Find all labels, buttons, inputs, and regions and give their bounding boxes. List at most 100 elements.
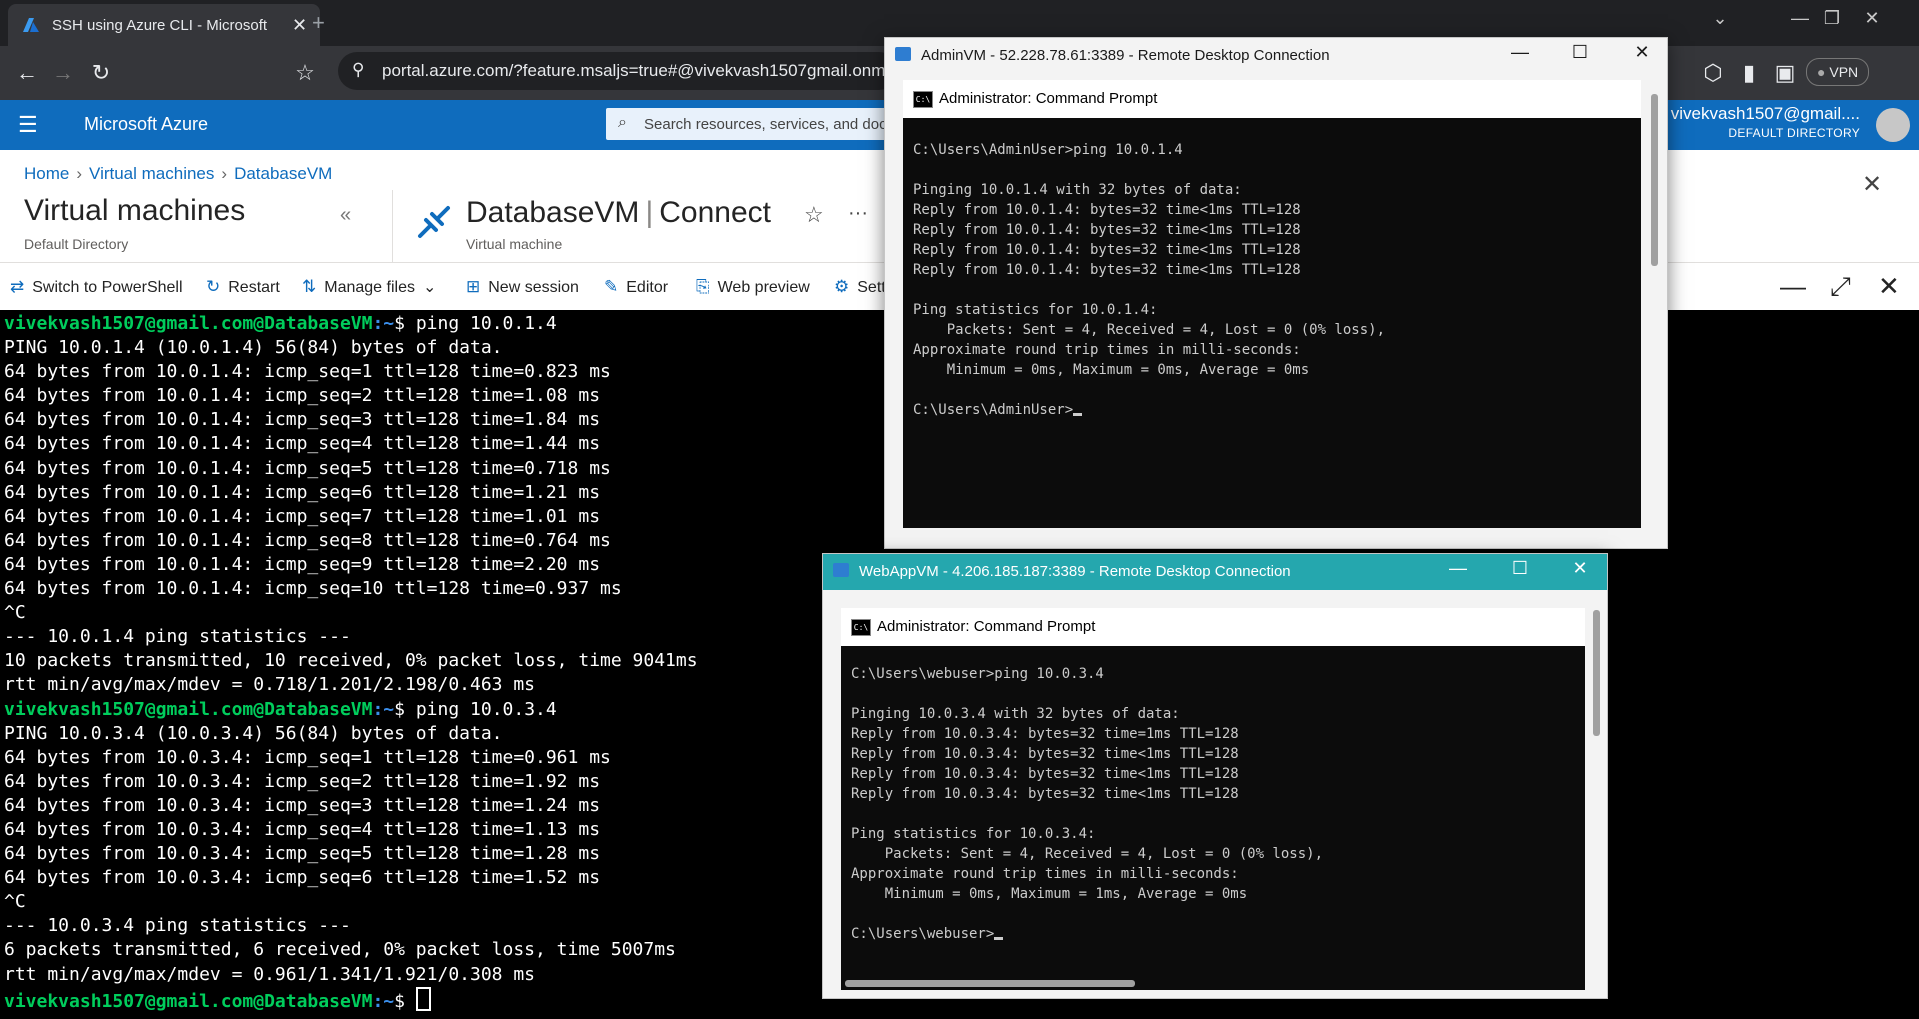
output-line: Reply from 10.0.3.4: bytes=32 time=1ms T… (851, 726, 1239, 742)
more-options-icon[interactable]: ··· (848, 202, 868, 225)
reload-icon[interactable]: ↻ (86, 60, 116, 86)
remote-desktop-surface[interactable]: C:\ Administrator: Command Prompt C:\Use… (903, 80, 1641, 577)
output-line: Approximate round trip times in milli-se… (851, 866, 1239, 882)
output-line: ^C (4, 891, 26, 913)
prompt-user: vivekvash1507@gmail.com@DatabaseVM (4, 698, 373, 720)
rdp-close-button[interactable]: ✕ (1557, 558, 1603, 579)
rdp-close-button[interactable]: ✕ (1619, 42, 1665, 63)
hamburger-menu-icon[interactable]: ☰ (18, 112, 38, 138)
output-line: Ping statistics for 10.0.1.4: (913, 302, 1158, 318)
prompt-user: vivekvash1507@gmail.com@DatabaseVM (4, 313, 373, 334)
azure-brand[interactable]: Microsoft Azure (84, 114, 208, 135)
address-bar[interactable]: ⚲ portal.azure.com/?feature.msaljs=true#… (338, 52, 977, 90)
breadcrumb-virtual-machines[interactable]: Virtual machines (89, 164, 214, 183)
webappvm-rdp-window[interactable]: WebAppVM - 4.206.185.187:3389 - Remote D… (822, 553, 1608, 999)
ping-output-block-1: PING 10.0.1.4 (10.0.1.4) 56(84) bytes of… (4, 337, 698, 695)
editor-button[interactable]: ✎ Editor (604, 277, 668, 297)
account-menu[interactable]: vivekvash1507@gmail.... DEFAULT DIRECTOR… (1660, 104, 1860, 140)
manage-files-label: Manage files (324, 279, 415, 296)
vpn-dot-icon: ● (1817, 64, 1830, 80)
manage-files-button[interactable]: ⇅ Manage files ⌄ (302, 277, 436, 297)
output-line: 64 bytes from 10.0.1.4: icmp_seq=1 ttl=1… (4, 361, 611, 383)
close-shell-icon[interactable]: ✕ (1878, 271, 1900, 302)
browser-tab[interactable]: SSH using Azure CLI - Microsoft ✕ (8, 4, 320, 46)
breadcrumb-databasevm[interactable]: DatabaseVM (234, 164, 332, 183)
restart-button[interactable]: ↻ Restart (206, 277, 280, 297)
switch-to-powershell-button[interactable]: ⇄ Switch to PowerShell (10, 277, 183, 297)
collapse-icon[interactable]: « (340, 204, 351, 227)
vertical-scrollbar[interactable] (1651, 94, 1658, 266)
output-line: C:\Users\AdminUser>ping 10.0.1.4 (913, 142, 1183, 158)
output-line: Reply from 10.0.1.4: bytes=32 time<1ms T… (913, 202, 1301, 218)
rdp-minimize-button[interactable]: — (1435, 558, 1481, 579)
terminal-scrollbar[interactable] (1896, 310, 1919, 1019)
forward-icon[interactable]: → (48, 60, 78, 86)
account-directory: DEFAULT DIRECTORY (1728, 126, 1860, 140)
output-line: C:\Users\webuser>ping 10.0.3.4 (851, 666, 1104, 682)
output-line: --- 10.0.1.4 ping statistics --- (4, 626, 351, 648)
divider (392, 190, 393, 262)
command-prompt-icon: C:\ (913, 91, 933, 108)
horizontal-scrollbar[interactable] (845, 980, 1135, 987)
account-email: vivekvash1507@gmail.... (1670, 104, 1860, 123)
output-line: Reply from 10.0.1.4: bytes=32 time<1ms T… (913, 262, 1301, 278)
favorite-star-icon[interactable]: ☆ (804, 202, 824, 228)
adminvm-rdp-window[interactable]: AdminVM - 52.228.78.61:3389 - Remote Des… (884, 37, 1668, 577)
output-line: Minimum = 0ms, Maximum = 0ms, Average = … (946, 362, 1310, 378)
maximize-shell-icon[interactable]: ⤢ (1830, 271, 1851, 303)
prompt-path: :~ (372, 990, 395, 1012)
tab-close-icon[interactable]: ✕ (292, 15, 307, 36)
cmd-prompt: C:\Users\webuser> (851, 926, 995, 942)
cmd-output: C:\Users\AdminUser>ping 10.0.1.4 Pinging… (913, 140, 1385, 420)
close-blade-icon[interactable]: ✕ (1862, 170, 1882, 199)
rdp-maximize-button[interactable]: ☐ (1497, 558, 1543, 579)
sidebar-icon[interactable]: ▮ (1734, 60, 1764, 86)
prompt-user: vivekvash1507@gmail.com@DatabaseVM (4, 990, 373, 1012)
output-line: 64 bytes from 10.0.1.4: icmp_seq=2 ttl=1… (4, 385, 601, 407)
breadcrumb-separator-icon: › (76, 164, 83, 183)
new-tab-button[interactable]: + (312, 10, 325, 36)
portal-search-input[interactable]: ⌕ Search resources, services, and docs (… (606, 108, 933, 140)
output-line: 64 bytes from 10.0.3.4: icmp_seq=2 ttl=1… (4, 770, 601, 792)
minimize-shell-icon[interactable]: — (1780, 271, 1806, 302)
page-title: Virtual machines (24, 194, 246, 227)
rdp-titlebar[interactable]: WebAppVM - 4.206.185.187:3389 - Remote D… (823, 554, 1607, 590)
cmd-titlebar[interactable]: C:\ Administrator: Command Prompt (903, 80, 1641, 118)
remote-desktop-icon (833, 563, 849, 577)
vpn-label: VPN (1829, 64, 1859, 80)
wallet-icon[interactable]: ▣ (1770, 60, 1800, 86)
cmd-titlebar[interactable]: C:\ Administrator: Command Prompt (841, 608, 1585, 646)
web-preview-label: Web preview (717, 279, 810, 296)
new-session-button[interactable]: ⊞ New session (466, 277, 579, 297)
rdp-titlebar[interactable]: AdminVM - 52.228.78.61:3389 - Remote Des… (885, 38, 1667, 74)
output-line: 64 bytes from 10.0.3.4: icmp_seq=6 ttl=1… (4, 867, 601, 889)
web-preview-button[interactable]: ⎘ Web preview (696, 277, 810, 297)
output-line: 64 bytes from 10.0.1.4: icmp_seq=4 ttl=1… (4, 433, 601, 455)
remote-desktop-surface[interactable]: C:\ Administrator: Command Prompt C:\Use… (841, 608, 1585, 990)
bookmark-icon[interactable]: ☆ (290, 60, 320, 86)
prompt-path: :~ (372, 698, 395, 720)
tab-search-chevron-icon[interactable]: ⌄ (1700, 8, 1740, 29)
resource-name: DatabaseVM (466, 196, 640, 229)
window-restore-button[interactable]: ❐ (1812, 8, 1852, 29)
output-line: --- 10.0.3.4 ping statistics --- (4, 915, 351, 937)
rdp-maximize-button[interactable]: ☐ (1557, 42, 1603, 63)
output-line: 64 bytes from 10.0.1.4: icmp_seq=8 ttl=1… (4, 529, 611, 551)
cmd-cursor (1073, 413, 1083, 416)
ping-output-block-2: PING 10.0.3.4 (10.0.3.4) 56(84) bytes of… (4, 723, 676, 985)
window-close-button[interactable]: ✕ (1852, 8, 1892, 29)
avatar[interactable] (1876, 108, 1910, 142)
rdp-title: AdminVM - 52.228.78.61:3389 - Remote Des… (921, 47, 1330, 64)
back-icon[interactable]: ← (12, 60, 42, 86)
rdp-minimize-button[interactable]: — (1497, 42, 1543, 63)
site-info-icon[interactable]: ⚲ (352, 60, 364, 80)
azure-logo-icon (23, 18, 39, 32)
breadcrumb-home[interactable]: Home (24, 164, 69, 183)
page-subtitle: Default Directory (24, 236, 129, 252)
output-line: Approximate round trip times in milli-se… (913, 342, 1301, 358)
output-line: Reply from 10.0.3.4: bytes=32 time<1ms T… (851, 786, 1239, 802)
extensions-icon[interactable]: ⬡ (1698, 60, 1728, 86)
output-line: ^C (4, 602, 26, 624)
vpn-button[interactable]: ● VPN (1806, 58, 1870, 86)
vertical-scrollbar[interactable] (1593, 610, 1600, 736)
